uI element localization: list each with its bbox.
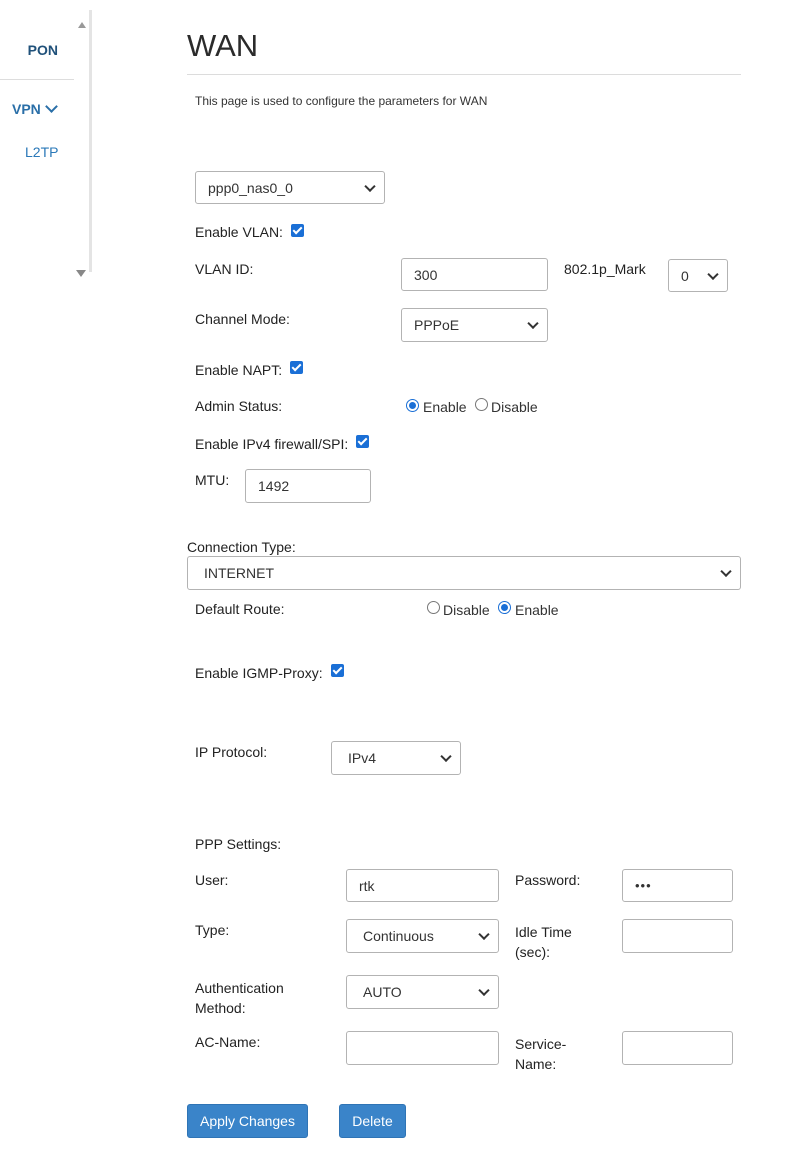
ip-protocol-value: IPv4 bbox=[348, 750, 377, 766]
connection-type-select[interactable]: INTERNET bbox=[187, 556, 741, 590]
scroll-up-arrow-icon[interactable] bbox=[78, 22, 86, 28]
sidebar-item-pon[interactable]: PON bbox=[0, 10, 74, 80]
enable-vlan-checkbox[interactable] bbox=[291, 224, 304, 237]
apply-changes-button[interactable]: Apply Changes bbox=[187, 1104, 308, 1138]
idle-time-input[interactable] bbox=[622, 919, 733, 953]
sidebar-item-vpn-label: VPN bbox=[12, 101, 41, 117]
service-name-label-line1: Service- bbox=[515, 1036, 567, 1052]
ip-protocol-select[interactable]: IPv4 bbox=[331, 741, 461, 775]
default-route-enable-label: Enable bbox=[515, 602, 559, 618]
service-name-label: Service- Name: bbox=[515, 1034, 566, 1074]
service-name-label-line2: Name: bbox=[515, 1056, 557, 1072]
chevron-down-icon bbox=[44, 100, 58, 113]
page-title: WAN bbox=[187, 28, 259, 63]
type-value: Continuous bbox=[363, 928, 434, 944]
ip-protocol-label: IP Protocol: bbox=[195, 744, 268, 760]
type-select[interactable]: Continuous bbox=[346, 919, 499, 953]
enable-napt-label: Enable NAPT: bbox=[195, 362, 283, 378]
auth-method-label: Authentication Method: bbox=[195, 978, 284, 1018]
channel-mode-value: PPPoE bbox=[414, 317, 460, 333]
auth-method-label-line1: Authentication bbox=[195, 980, 284, 996]
mark-value: 0 bbox=[681, 267, 689, 284]
type-label: Type: bbox=[195, 922, 230, 938]
channel-mode-select[interactable]: PPPoE bbox=[401, 308, 548, 342]
igmp-proxy-checkbox[interactable] bbox=[331, 664, 344, 677]
password-input[interactable]: ••• bbox=[622, 869, 733, 902]
mtu-input[interactable]: 1492 bbox=[245, 469, 371, 503]
admin-status-disable-label: Disable bbox=[491, 399, 538, 415]
vlan-id-input[interactable]: 300 bbox=[401, 258, 548, 291]
idle-time-label-line1: Idle Time bbox=[515, 924, 572, 940]
channel-mode-label: Channel Mode: bbox=[195, 311, 290, 327]
mark-select[interactable]: 0 bbox=[668, 259, 728, 292]
wan-interface-select[interactable]: ppp0_nas0_0 bbox=[195, 171, 385, 204]
page-description: This page is used to configure the param… bbox=[195, 94, 488, 108]
delete-button[interactable]: Delete bbox=[339, 1104, 406, 1138]
idle-time-label-line2: (sec): bbox=[515, 944, 550, 960]
connection-type-value: INTERNET bbox=[204, 565, 274, 581]
enable-firewall-label: Enable IPv4 firewall/SPI: bbox=[195, 436, 349, 452]
service-name-input[interactable] bbox=[622, 1031, 733, 1065]
sidebar-item-l2tp[interactable]: L2TP bbox=[25, 144, 58, 160]
sidebar: PON VPN L2TP bbox=[0, 10, 92, 277]
title-divider bbox=[187, 74, 741, 75]
user-label: User: bbox=[195, 872, 229, 888]
default-route-disable-radio[interactable] bbox=[427, 601, 440, 614]
enable-firewall-checkbox[interactable] bbox=[356, 435, 369, 448]
default-route-enable-radio[interactable] bbox=[498, 601, 511, 614]
vlan-id-label: VLAN ID: bbox=[195, 261, 254, 277]
default-route-label: Default Route: bbox=[195, 601, 285, 617]
admin-status-enable-radio[interactable] bbox=[406, 399, 419, 412]
auth-method-value: AUTO bbox=[363, 984, 402, 1000]
enable-napt-checkbox[interactable] bbox=[290, 361, 303, 374]
password-value: ••• bbox=[635, 878, 652, 893]
mtu-value: 1492 bbox=[258, 478, 290, 494]
user-value: rtk bbox=[359, 877, 375, 894]
wan-interface-value: ppp0_nas0_0 bbox=[208, 179, 293, 196]
auth-method-select[interactable]: AUTO bbox=[346, 975, 499, 1009]
mtu-label: MTU: bbox=[195, 472, 230, 488]
user-input[interactable]: rtk bbox=[346, 869, 499, 902]
default-route-disable-label: Disable bbox=[443, 602, 490, 618]
password-label: Password: bbox=[515, 872, 581, 888]
mark-label: 802.1p_Mark bbox=[564, 261, 646, 277]
ppp-settings-label: PPP Settings: bbox=[195, 836, 282, 852]
sidebar-item-pon-label: PON bbox=[27, 42, 58, 58]
scroll-down-arrow-icon[interactable] bbox=[76, 270, 86, 277]
ac-name-label: AC-Name: bbox=[195, 1034, 261, 1050]
admin-status-label: Admin Status: bbox=[195, 398, 283, 414]
admin-status-enable-label: Enable bbox=[423, 399, 467, 415]
idle-time-label: Idle Time (sec): bbox=[515, 922, 572, 962]
admin-status-disable-radio[interactable] bbox=[475, 398, 488, 411]
sidebar-item-vpn[interactable]: VPN bbox=[12, 100, 58, 117]
enable-vlan-label: Enable VLAN: bbox=[195, 224, 283, 240]
auth-method-label-line2: Method: bbox=[195, 1000, 246, 1016]
ac-name-input[interactable] bbox=[346, 1031, 499, 1065]
vlan-id-value: 300 bbox=[414, 266, 438, 283]
igmp-proxy-label: Enable IGMP-Proxy: bbox=[195, 665, 323, 681]
connection-type-label: Connection Type: bbox=[187, 539, 296, 555]
